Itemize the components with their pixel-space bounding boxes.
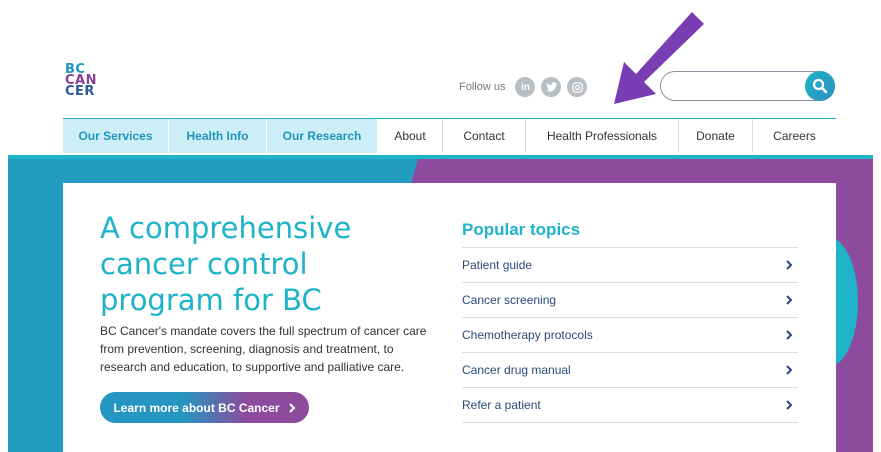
chevron-right-icon bbox=[782, 258, 796, 272]
search-icon bbox=[812, 78, 828, 94]
nav-item-about[interactable]: About bbox=[378, 119, 443, 153]
page: BC CAN CER Follow us in Our Services Hea… bbox=[0, 0, 881, 452]
hero-card: A comprehensive cancer control program f… bbox=[63, 183, 836, 452]
hero-headline: A comprehensive cancer control program f… bbox=[100, 211, 352, 317]
topic-refer-a-patient[interactable]: Refer a patient bbox=[462, 388, 798, 423]
nav-item-our-research[interactable]: Our Research bbox=[267, 119, 378, 153]
topic-cancer-screening[interactable]: Cancer screening bbox=[462, 283, 798, 318]
nav-item-donate[interactable]: Donate bbox=[679, 119, 753, 153]
nav-item-our-services[interactable]: Our Services bbox=[63, 119, 169, 153]
main-nav: Our Services Health Info Our Research Ab… bbox=[63, 118, 836, 153]
search-button[interactable] bbox=[805, 71, 835, 101]
popular-topics: Popular topics Patient guide Cancer scre… bbox=[462, 218, 798, 423]
search-input[interactable] bbox=[673, 72, 813, 100]
linkedin-icon[interactable]: in bbox=[515, 77, 536, 97]
learn-more-button[interactable]: Learn more about BC Cancer bbox=[100, 392, 309, 423]
logo-line-3: CER bbox=[65, 84, 95, 99]
nav-item-health-professionals[interactable]: Health Professionals bbox=[526, 119, 679, 153]
popular-topics-title: Popular topics bbox=[462, 218, 798, 248]
follow-us: Follow us in bbox=[459, 77, 588, 97]
search-box bbox=[660, 71, 835, 101]
chevron-right-icon bbox=[782, 328, 796, 342]
chevron-right-icon bbox=[782, 363, 796, 377]
topic-label: Refer a patient bbox=[462, 398, 541, 412]
chevron-right-icon bbox=[782, 293, 796, 307]
chevron-right-icon bbox=[782, 398, 796, 412]
topic-patient-guide[interactable]: Patient guide bbox=[462, 248, 798, 283]
topic-label: Patient guide bbox=[462, 258, 533, 272]
nav-item-health-info[interactable]: Health Info bbox=[169, 119, 267, 153]
topic-label: Cancer drug manual bbox=[462, 363, 571, 377]
topic-label: Chemotherapy protocols bbox=[462, 328, 593, 342]
topic-chemotherapy-protocols[interactable]: Chemotherapy protocols bbox=[462, 318, 798, 353]
nav-item-careers[interactable]: Careers bbox=[753, 119, 836, 153]
topic-cancer-drug-manual[interactable]: Cancer drug manual bbox=[462, 353, 798, 388]
bc-cancer-logo[interactable]: BC CAN CER bbox=[65, 63, 97, 99]
chevron-right-icon bbox=[288, 402, 295, 413]
nav-item-contact[interactable]: Contact bbox=[443, 119, 526, 153]
follow-us-label: Follow us bbox=[459, 81, 506, 93]
topic-label: Cancer screening bbox=[462, 293, 557, 307]
learn-more-label: Learn more about BC Cancer bbox=[113, 400, 280, 415]
hero-description: BC Cancer's mandate covers the full spec… bbox=[100, 324, 427, 374]
instagram-icon[interactable] bbox=[567, 77, 588, 97]
twitter-icon[interactable] bbox=[541, 77, 562, 97]
